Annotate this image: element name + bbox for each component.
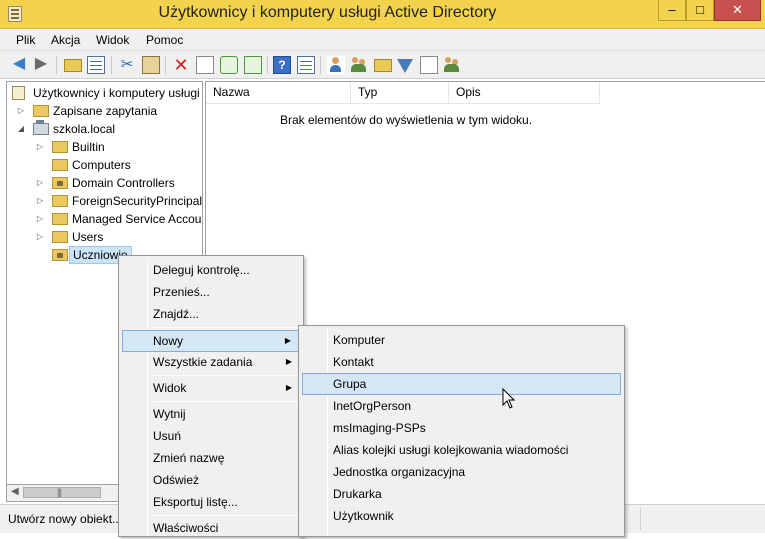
mouse-cursor-icon — [502, 388, 516, 409]
menu-item-properties[interactable]: Właściwości — [122, 517, 300, 539]
submenu-item-user[interactable]: Użytkownik — [302, 505, 621, 527]
cut-icon[interactable]: ✂ — [118, 56, 136, 74]
view-icon[interactable] — [297, 56, 315, 74]
domain-icon — [33, 120, 49, 135]
menu-widok[interactable]: Widok — [96, 33, 129, 47]
toolbar: ◀ ▶ ✂ ✕ ? — [0, 51, 765, 79]
menu-item-new[interactable]: Nowy ▶ — [122, 330, 300, 352]
new-user-icon[interactable] — [327, 56, 345, 74]
menu-item-rename[interactable]: Zmień nazwę — [122, 447, 300, 469]
empty-list-message: Brak elementów do wyświetlenia w tym wid… — [279, 113, 533, 127]
properties-icon[interactable] — [196, 56, 214, 74]
scroll-thumb[interactable] — [23, 487, 101, 498]
menu-plik[interactable]: Plik — [16, 33, 35, 47]
submenu-item-msmq-alias[interactable]: Alias kolejki usługi kolejkowania wiadom… — [302, 439, 621, 461]
up-folder-icon[interactable] — [64, 59, 82, 72]
status-text: Utwórz nowy obiekt... — [8, 512, 123, 526]
folder-icon — [52, 213, 68, 225]
paste-icon[interactable] — [142, 56, 160, 74]
export-list-icon[interactable] — [244, 56, 262, 74]
submenu-item-printer[interactable]: Drukarka — [302, 483, 621, 505]
menu-item-move[interactable]: Przenieś... — [122, 281, 300, 303]
new-group-icon[interactable] — [350, 56, 368, 74]
forward-arrow-icon[interactable]: ▶ — [32, 56, 50, 74]
expand-icon[interactable]: ▷ — [36, 138, 44, 156]
menu-item-delegate-control[interactable]: Deleguj kontrolę... — [122, 259, 300, 281]
refresh-icon[interactable] — [220, 56, 238, 74]
window-title: Użytkownicy i komputery usługi Active Di… — [158, 4, 497, 21]
expand-icon[interactable]: ▷ — [36, 192, 44, 210]
menu-pomoc[interactable]: Pomoc — [146, 33, 183, 47]
column-header-description[interactable]: Opis — [449, 82, 600, 103]
column-header-name[interactable]: Nazwa — [206, 82, 351, 103]
expand-icon[interactable]: ▷ — [17, 102, 25, 120]
folder-icon — [33, 105, 49, 117]
collapse-icon[interactable]: ◢ — [17, 120, 25, 138]
menu-bar: Plik Akcja Widok Pomoc — [0, 29, 765, 51]
scroll-left-icon[interactable]: ◀ — [11, 486, 19, 497]
title-bar: Użytkownicy i komputery usługi Active Di… — [0, 0, 765, 29]
menu-item-all-tasks-label: Wszystkie zadania — [153, 355, 253, 369]
show-tree-icon[interactable] — [87, 56, 105, 74]
expand-icon[interactable]: ▷ — [36, 228, 44, 246]
context-menu: Deleguj kontrolę... Przenieś... Znajdź..… — [118, 255, 304, 537]
minimize-button[interactable]: – — [658, 0, 686, 21]
delete-icon[interactable]: ✕ — [172, 56, 190, 74]
menu-item-view[interactable]: Widok ▶ — [122, 377, 300, 399]
close-button[interactable]: ✕ — [714, 0, 761, 21]
menu-item-refresh[interactable]: Odśwież — [122, 469, 300, 491]
submenu-arrow-icon: ▶ — [285, 357, 292, 366]
add-to-group-icon[interactable] — [443, 56, 461, 74]
submenu-item-organizational-unit[interactable]: Jednostka organizacyjna — [302, 461, 621, 483]
submenu-arrow-icon: ▶ — [284, 336, 291, 345]
submenu-item-inetorgperson[interactable]: InetOrgPerson — [302, 395, 621, 417]
submenu-new: Komputer Kontakt Grupa InetOrgPerson msI… — [298, 325, 625, 537]
menu-item-view-label: Widok — [153, 381, 187, 395]
scroll-grip-icon: ||| — [57, 487, 62, 497]
maximize-button[interactable]: □ — [686, 0, 714, 21]
menu-item-all-tasks[interactable]: Wszystkie zadania ▶ — [122, 351, 300, 373]
filter-icon[interactable] — [397, 59, 413, 73]
folder-icon — [52, 195, 68, 207]
expand-icon[interactable]: ▷ — [36, 174, 44, 192]
menu-item-delete[interactable]: Usuń — [122, 425, 300, 447]
back-arrow-icon[interactable]: ◀ — [10, 56, 28, 74]
help-icon[interactable]: ? — [273, 56, 291, 74]
menu-item-export-list[interactable]: Eksportuj listę... — [122, 491, 300, 513]
menu-item-new-label: Nowy — [153, 334, 184, 348]
find-icon[interactable] — [420, 56, 438, 74]
expand-icon[interactable]: ▷ — [36, 210, 44, 228]
submenu-item-msimaging-psps[interactable]: msImaging-PSPs — [302, 417, 621, 439]
menu-item-find[interactable]: Znajdź... — [122, 303, 300, 325]
folder-icon — [52, 159, 68, 171]
new-ou-icon[interactable] — [374, 59, 392, 72]
folder-icon — [52, 231, 68, 243]
ou-folder-icon — [52, 177, 68, 189]
submenu-item-contact[interactable]: Kontakt — [302, 351, 621, 373]
menu-akcja[interactable]: Akcja — [51, 33, 80, 47]
column-header-type[interactable]: Typ — [351, 82, 449, 103]
console-root-icon — [12, 86, 25, 100]
submenu-item-group[interactable]: Grupa — [302, 373, 621, 395]
submenu-arrow-icon: ▶ — [285, 383, 292, 392]
submenu-item-computer[interactable]: Komputer — [302, 329, 621, 351]
folder-icon — [52, 141, 68, 153]
ou-folder-icon — [52, 249, 68, 261]
menu-item-cut[interactable]: Wytnij — [122, 403, 300, 425]
